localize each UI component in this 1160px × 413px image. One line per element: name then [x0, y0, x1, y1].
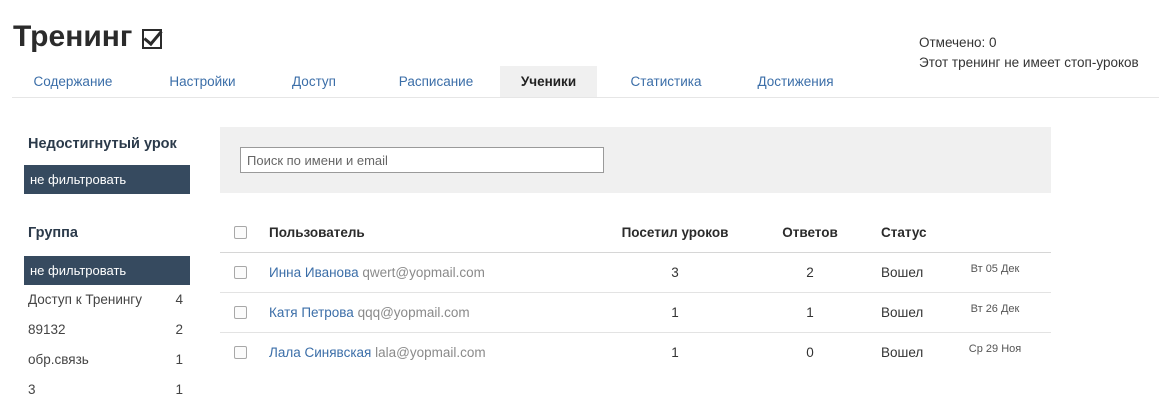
search-panel — [220, 127, 1051, 193]
group-item-count: 1 — [175, 352, 183, 367]
user-name-link[interactable]: Инна Иванова — [269, 265, 359, 280]
tab-content[interactable]: Содержание — [12, 66, 134, 97]
group-filter-heading: Группа — [28, 225, 78, 241]
students-table: Пользователь Посетил уроков Ответов Стат… — [220, 213, 1051, 373]
date-cell: Ср 29 Ноя — [968, 343, 1022, 355]
group-item[interactable]: обр.связь 1 — [24, 345, 190, 375]
user-name-link[interactable]: Лала Синявская — [269, 345, 371, 360]
user-email: lala@yopmail.com — [375, 345, 486, 360]
user-email: qqq@yopmail.com — [357, 305, 470, 320]
row-checkbox[interactable] — [234, 346, 247, 359]
row-checkbox[interactable] — [234, 306, 247, 319]
tab-students[interactable]: Ученики — [500, 66, 597, 97]
row-checkbox[interactable] — [234, 266, 247, 279]
tab-schedule[interactable]: Расписание — [372, 66, 500, 97]
visits-cell: 1 — [671, 345, 679, 360]
header-visits[interactable]: Посетил уроков — [615, 213, 735, 253]
page-title-text: Тренинг — [13, 20, 133, 53]
date-cell: Вт 26 Дек — [970, 303, 1020, 315]
group-item[interactable]: 3 1 — [24, 375, 190, 405]
search-input[interactable] — [240, 147, 604, 173]
page-title: Тренинг — [13, 20, 163, 53]
status-cell: Вошел — [881, 305, 924, 320]
status-cell: Вошел — [881, 345, 924, 360]
tab-settings[interactable]: Настройки — [140, 66, 265, 97]
group-item[interactable]: Доступ к Тренингу 4 — [24, 285, 190, 315]
lesson-filter-no-filter[interactable]: не фильтровать — [24, 165, 190, 194]
visits-cell: 1 — [671, 305, 679, 320]
user-cell: Катя Петрова qqq@yopmail.com — [269, 293, 470, 333]
group-item-name: 89132 — [28, 322, 66, 337]
checked-count: Отмечено: 0 — [919, 35, 997, 50]
user-cell: Инна Иванова qwert@yopmail.com — [269, 253, 485, 293]
tab-bar: Содержание Настройки Доступ Расписание У… — [12, 66, 1159, 98]
tab-achievements[interactable]: Достижения — [744, 66, 847, 97]
sidebar-filters: Недостигнутый урок не фильтровать Группа… — [24, 128, 190, 405]
header-answers[interactable]: Ответов — [775, 213, 845, 253]
tab-statistics[interactable]: Статистика — [606, 66, 726, 97]
user-email: qwert@yopmail.com — [362, 265, 485, 280]
answers-cell: 0 — [806, 345, 814, 360]
date-cell: Вт 05 Дек — [970, 263, 1020, 275]
answers-cell: 1 — [806, 305, 814, 320]
table-row: Инна Иванова qwert@yopmail.com 3 2 Вошел… — [220, 253, 1051, 293]
group-filter-no-filter[interactable]: не фильтровать — [24, 256, 190, 285]
lesson-filter-heading: Недостигнутый урок — [28, 136, 177, 152]
header-user[interactable]: Пользователь — [269, 213, 365, 253]
select-all-checkbox[interactable] — [234, 226, 247, 239]
answers-cell: 2 — [806, 265, 814, 280]
group-item-count: 1 — [175, 382, 183, 397]
checkbox-checked-icon — [142, 29, 163, 49]
table-row: Катя Петрова qqq@yopmail.com 1 1 Вошел В… — [220, 293, 1051, 333]
table-header: Пользователь Посетил уроков Ответов Стат… — [220, 213, 1051, 253]
user-name-link[interactable]: Катя Петрова — [269, 305, 354, 320]
table-row: Лала Синявская lala@yopmail.com 1 0 Воше… — [220, 333, 1051, 373]
group-item-name: 3 — [28, 382, 36, 397]
group-item[interactable]: 89132 2 — [24, 315, 190, 345]
tab-access[interactable]: Доступ — [265, 66, 363, 97]
header-status[interactable]: Статус — [881, 213, 927, 253]
status-cell: Вошел — [881, 265, 924, 280]
group-item-count: 2 — [175, 322, 183, 337]
group-item-name: обр.связь — [28, 352, 89, 367]
group-item-count: 4 — [175, 292, 183, 307]
visits-cell: 3 — [671, 265, 679, 280]
user-cell: Лала Синявская lala@yopmail.com — [269, 333, 486, 373]
group-item-name: Доступ к Тренингу — [28, 292, 142, 307]
